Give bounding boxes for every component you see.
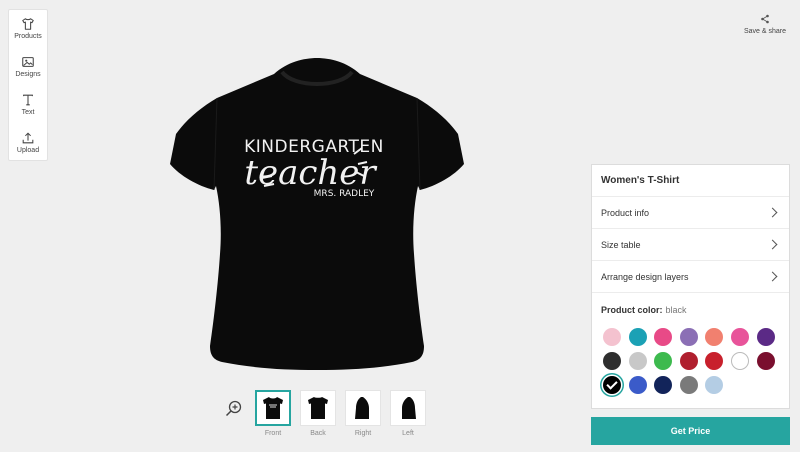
- chevron-right-icon: [767, 271, 778, 282]
- zoom-in-icon: [225, 400, 242, 417]
- designs-tool[interactable]: Designs: [9, 48, 47, 86]
- color-swatch[interactable]: [628, 328, 647, 346]
- image-icon: [22, 57, 34, 67]
- view-right-label: Right: [354, 430, 372, 437]
- design-line-3: MRS. RADLEY: [314, 189, 375, 199]
- color-swatch[interactable]: [679, 352, 698, 370]
- color-swatch[interactable]: [730, 328, 749, 346]
- upload-icon: [22, 132, 34, 144]
- product-info-row[interactable]: Product info: [592, 197, 789, 229]
- color-swatch[interactable]: [756, 352, 775, 370]
- tshirt-body: [170, 58, 464, 370]
- design-toolbar: Products Designs Text Upload: [8, 9, 48, 161]
- text-tool[interactable]: Text: [9, 86, 47, 124]
- color-swatch[interactable]: [628, 352, 647, 370]
- arrange-layers-row[interactable]: Arrange design layers: [592, 261, 789, 293]
- view-left-label: Left: [402, 430, 414, 437]
- color-swatch[interactable]: [654, 352, 673, 370]
- color-swatch[interactable]: [679, 328, 698, 346]
- view-back[interactable]: Back: [300, 390, 336, 437]
- designs-label: Designs: [15, 71, 41, 78]
- chevron-right-icon: [767, 207, 778, 218]
- color-swatch[interactable]: [628, 376, 647, 394]
- product-preview: KINDERGARTEN teacher MRS. RADLEY: [162, 54, 472, 380]
- text-icon: [23, 94, 33, 106]
- color-swatch[interactable]: [654, 376, 673, 394]
- size-table-row[interactable]: Size table: [592, 229, 789, 261]
- product-color-label: Product color:: [601, 305, 663, 315]
- share-icon: [761, 14, 769, 24]
- size-table-label: Size table: [601, 239, 641, 250]
- chevron-right-icon: [767, 239, 778, 250]
- upload-label: Upload: [16, 147, 40, 154]
- tshirt-icon: [22, 18, 34, 30]
- products-tool[interactable]: Products: [9, 10, 47, 48]
- color-swatch[interactable]: [603, 376, 621, 394]
- save-share-label: Save & share: [743, 28, 787, 35]
- save-share-button[interactable]: Save & share: [740, 14, 790, 35]
- left-thumbnail: [390, 390, 426, 426]
- back-thumbnail: [300, 390, 336, 426]
- products-label: Products: [14, 33, 42, 40]
- color-swatches: [603, 328, 787, 394]
- color-swatch[interactable]: [603, 352, 621, 370]
- color-swatch[interactable]: [705, 352, 724, 370]
- get-price-button[interactable]: Get Price: [591, 417, 790, 445]
- color-swatch[interactable]: [705, 328, 724, 346]
- upload-tool[interactable]: Upload: [9, 124, 47, 162]
- view-back-label: Back: [310, 430, 326, 437]
- color-swatch[interactable]: [756, 328, 775, 346]
- right-thumbnail: [345, 390, 381, 426]
- color-swatch[interactable]: [679, 376, 698, 394]
- product-color-value: black: [665, 305, 687, 315]
- zoom-button[interactable]: [224, 399, 244, 419]
- view-front-label: Front: [264, 430, 282, 437]
- view-right[interactable]: Right: [345, 390, 381, 437]
- text-label: Text: [21, 109, 35, 116]
- product-title: Women's T-Shirt: [592, 165, 789, 197]
- view-selector: Front Back Right Left: [255, 390, 426, 437]
- product-panel: Women's T-Shirt Product info Size table …: [591, 164, 790, 409]
- color-swatch[interactable]: [603, 328, 621, 346]
- color-swatch[interactable]: [654, 328, 673, 346]
- product-color-heading: Product color: black: [592, 293, 789, 315]
- front-thumbnail: [255, 390, 291, 426]
- view-front[interactable]: Front: [255, 390, 291, 437]
- color-swatch[interactable]: [705, 376, 724, 394]
- view-left[interactable]: Left: [390, 390, 426, 437]
- product-info-label: Product info: [601, 207, 650, 218]
- arrange-layers-label: Arrange design layers: [601, 271, 689, 282]
- color-swatch[interactable]: [730, 352, 749, 370]
